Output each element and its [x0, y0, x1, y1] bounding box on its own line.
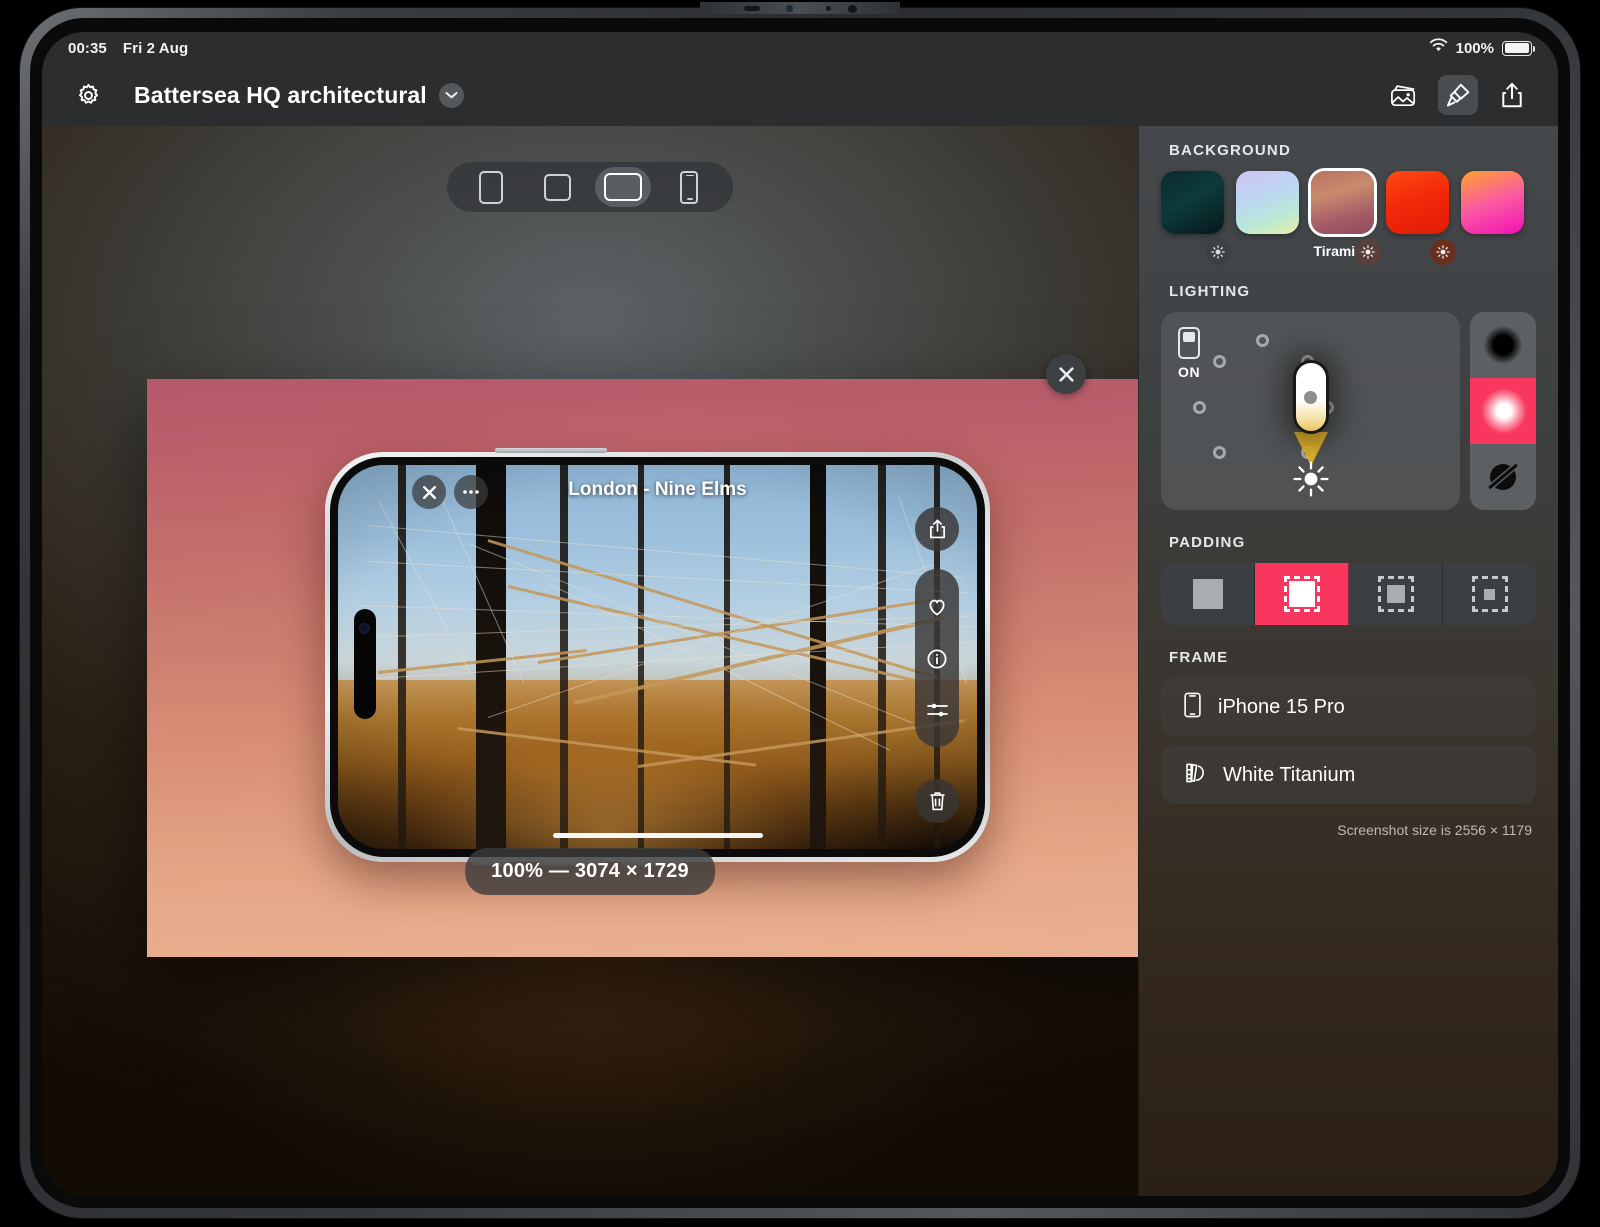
brightness-icon[interactable] — [1430, 239, 1456, 265]
battery-percent: 100% — [1456, 40, 1494, 57]
ipad-bezel: 00:35 Fri 2 Aug 100% — [30, 18, 1570, 1208]
inspector-panel: BACKGROUND — [1138, 126, 1558, 1196]
lighting-toggle-state: ON — [1178, 364, 1200, 380]
padding-option-medium[interactable] — [1349, 563, 1443, 625]
padding-section-label: PADDING — [1169, 534, 1536, 551]
screenshot-photo — [338, 465, 977, 849]
status-date: Fri 2 Aug — [123, 40, 188, 57]
phone-mockup[interactable]: London - Nine Elms — [325, 452, 990, 862]
status-time: 00:35 — [68, 40, 107, 57]
background-swatch-row: Tiramisu — [1161, 171, 1536, 259]
brightness-icon[interactable] — [1355, 239, 1381, 265]
padding-option-small[interactable] — [1255, 563, 1349, 625]
home-indicator — [553, 833, 763, 838]
phone-screen: London - Nine Elms — [338, 465, 977, 849]
background-swatch-pastel-sky[interactable] — [1236, 171, 1299, 259]
light-source-handle[interactable] — [1293, 360, 1329, 434]
battery-full-icon — [1502, 41, 1532, 56]
light-pos-dot — [1213, 446, 1226, 459]
lighting-toggle[interactable]: ON — [1178, 327, 1200, 380]
editor-canvas[interactable]: London - Nine Elms — [42, 126, 1138, 1196]
photo-share-button[interactable] — [915, 507, 959, 551]
screenshot-size-note: Screenshot size is 2556 × 1179 — [1161, 822, 1536, 838]
background-section-label: BACKGROUND — [1169, 142, 1536, 159]
page-title: Battersea HQ architectural — [134, 82, 427, 109]
photo-stack-icon[interactable] — [1384, 75, 1424, 115]
close-artboard-button[interactable] — [1046, 354, 1086, 394]
color-swatch-icon — [1183, 761, 1207, 790]
dynamic-island — [354, 609, 376, 719]
switch-icon — [1178, 327, 1200, 359]
ipad-screen: 00:35 Fri 2 Aug 100% — [42, 32, 1558, 1196]
phone-bezel: London - Nine Elms — [330, 457, 985, 857]
gear-icon[interactable] — [68, 75, 108, 115]
chevron-down-icon[interactable] — [439, 83, 464, 108]
info-circle-icon[interactable] — [926, 648, 948, 670]
padding-option-none[interactable] — [1161, 563, 1255, 625]
heart-icon[interactable] — [926, 597, 948, 617]
lighting-preset-no-shadow[interactable] — [1470, 444, 1536, 510]
phone-icon — [1183, 692, 1202, 723]
frame-section-label: FRAME — [1169, 649, 1536, 666]
frame-color-value: White Titanium — [1223, 764, 1355, 787]
lighting-preset-soft-shadow[interactable] — [1470, 312, 1536, 378]
aspect-option-device[interactable] — [661, 167, 717, 207]
light-position-pad[interactable]: ON — [1161, 312, 1460, 510]
padding-selector — [1161, 563, 1536, 625]
background-swatch-dark-teal[interactable] — [1161, 171, 1224, 259]
padding-option-large[interactable] — [1443, 563, 1536, 625]
aspect-option-portrait-tall[interactable] — [463, 167, 519, 207]
main-body: London - Nine Elms — [42, 126, 1558, 1196]
lighting-section-label: LIGHTING — [1169, 283, 1536, 300]
lighting-preset-list — [1470, 312, 1536, 510]
brightness-icon[interactable] — [1205, 239, 1231, 265]
background-swatch-sunset-magenta[interactable] — [1461, 171, 1524, 259]
frame-device-value: iPhone 15 Pro — [1218, 696, 1345, 719]
frame-color-row[interactable]: White Titanium — [1161, 746, 1536, 804]
photo-action-rail — [915, 569, 959, 747]
paintbrush-icon[interactable] — [1438, 75, 1478, 115]
sliders-icon[interactable] — [926, 701, 949, 720]
aspect-option-square[interactable] — [529, 167, 585, 207]
background-swatch-tiramisu[interactable]: Tiramisu — [1311, 171, 1374, 259]
aspect-option-landscape[interactable] — [595, 167, 651, 207]
lighting-preset-spotlight[interactable] — [1470, 378, 1536, 444]
ipad-camera-module — [700, 2, 900, 14]
close-icon[interactable] — [412, 475, 446, 509]
sun-icon — [1292, 460, 1330, 503]
zoom-indicator[interactable]: 100% — 3074 × 1729 — [465, 848, 715, 895]
light-pos-dot — [1213, 355, 1226, 368]
lighting-controls: ON — [1161, 312, 1536, 510]
share-icon[interactable] — [1492, 75, 1532, 115]
light-pos-dot — [1256, 334, 1269, 347]
status-bar: 00:35 Fri 2 Aug 100% — [42, 32, 1558, 64]
app-toolbar: Battersea HQ architectural — [42, 64, 1558, 126]
aspect-ratio-selector — [447, 162, 733, 212]
ellipsis-icon[interactable] — [454, 475, 488, 509]
background-swatch-scarlet[interactable] — [1386, 171, 1449, 259]
trash-icon[interactable] — [915, 779, 959, 823]
wifi-icon — [1429, 38, 1448, 58]
light-pos-dot — [1193, 401, 1206, 414]
ipad-device: 00:35 Fri 2 Aug 100% — [20, 8, 1580, 1218]
frame-device-row[interactable]: iPhone 15 Pro — [1161, 678, 1536, 736]
